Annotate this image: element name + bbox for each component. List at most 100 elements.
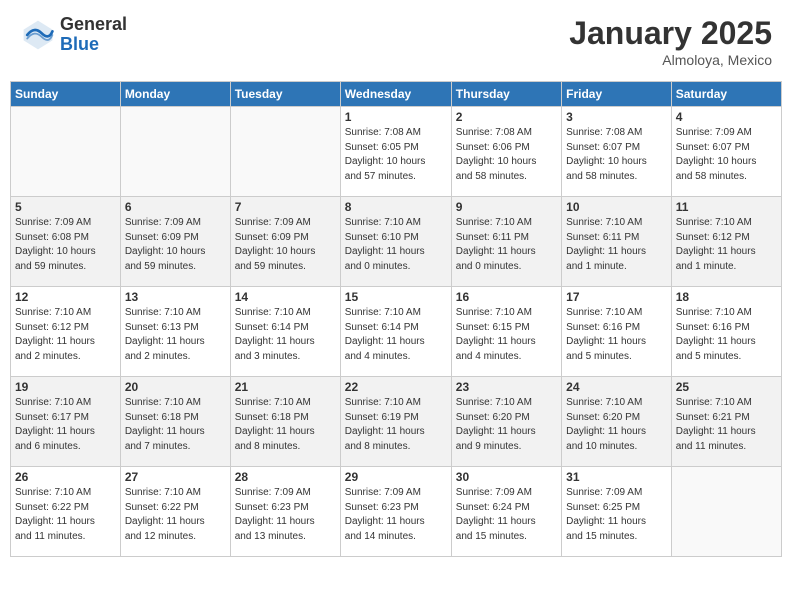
day-info: Sunrise: 7:10 AM Sunset: 6:17 PM Dayligh… — [15, 396, 116, 454]
day-number: 12 — [15, 290, 116, 304]
weekday-header-monday: Monday — [120, 82, 230, 107]
calendar-cell — [11, 107, 121, 197]
day-number: 25 — [676, 380, 777, 394]
day-info: Sunrise: 7:10 AM Sunset: 6:18 PM Dayligh… — [235, 396, 336, 454]
calendar-cell: 29 Sunrise: 7:09 AM Sunset: 6:23 PM Dayli… — [340, 467, 451, 557]
calendar-cell: 9 Sunrise: 7:10 AM Sunset: 6:11 PM Daylig… — [451, 197, 561, 287]
day-info: Sunrise: 7:09 AM Sunset: 6:08 PM Dayligh… — [15, 216, 116, 274]
day-number: 3 — [566, 110, 667, 124]
day-number: 31 — [566, 470, 667, 484]
calendar-cell: 6 Sunrise: 7:09 AM Sunset: 6:09 PM Daylig… — [120, 197, 230, 287]
day-info: Sunrise: 7:10 AM Sunset: 6:20 PM Dayligh… — [456, 396, 557, 454]
day-info: Sunrise: 7:10 AM Sunset: 6:14 PM Dayligh… — [235, 306, 336, 364]
calendar-week-row: 12 Sunrise: 7:10 AM Sunset: 6:12 PM Dayli… — [11, 287, 782, 377]
day-number: 9 — [456, 200, 557, 214]
day-info: Sunrise: 7:10 AM Sunset: 6:14 PM Dayligh… — [345, 306, 447, 364]
day-number: 23 — [456, 380, 557, 394]
logo-blue: Blue — [60, 35, 127, 55]
calendar-cell: 22 Sunrise: 7:10 AM Sunset: 6:19 PM Dayli… — [340, 377, 451, 467]
day-number: 28 — [235, 470, 336, 484]
calendar-week-row: 26 Sunrise: 7:10 AM Sunset: 6:22 PM Dayli… — [11, 467, 782, 557]
logo-general: General — [60, 15, 127, 35]
calendar-cell: 3 Sunrise: 7:08 AM Sunset: 6:07 PM Daylig… — [562, 107, 672, 197]
logo-icon — [20, 17, 56, 53]
day-info: Sunrise: 7:09 AM Sunset: 6:24 PM Dayligh… — [456, 486, 557, 544]
calendar-cell: 14 Sunrise: 7:10 AM Sunset: 6:14 PM Dayli… — [230, 287, 340, 377]
day-number: 26 — [15, 470, 116, 484]
day-info: Sunrise: 7:08 AM Sunset: 6:06 PM Dayligh… — [456, 126, 557, 184]
day-number: 21 — [235, 380, 336, 394]
day-number: 10 — [566, 200, 667, 214]
day-info: Sunrise: 7:10 AM Sunset: 6:12 PM Dayligh… — [15, 306, 116, 364]
calendar-cell: 30 Sunrise: 7:09 AM Sunset: 6:24 PM Dayli… — [451, 467, 561, 557]
day-info: Sunrise: 7:10 AM Sunset: 6:13 PM Dayligh… — [125, 306, 226, 364]
calendar-cell — [120, 107, 230, 197]
logo: General Blue — [20, 15, 127, 55]
title-block: January 2025 Almoloya, Mexico — [569, 15, 772, 68]
day-info: Sunrise: 7:10 AM Sunset: 6:15 PM Dayligh… — [456, 306, 557, 364]
calendar-cell: 26Sunrise: 7:10 AM Sunset: 6:22 PM Dayli… — [11, 467, 121, 557]
day-number: 16 — [456, 290, 557, 304]
day-info: Sunrise: 7:08 AM Sunset: 6:07 PM Dayligh… — [566, 126, 667, 184]
day-info: Sunrise: 7:10 AM Sunset: 6:11 PM Dayligh… — [456, 216, 557, 274]
day-number: 6 — [125, 200, 226, 214]
calendar-cell: 18Sunrise: 7:10 AM Sunset: 6:16 PM Dayli… — [671, 287, 781, 377]
day-info: Sunrise: 7:10 AM Sunset: 6:11 PM Dayligh… — [566, 216, 667, 274]
day-info: Sunrise: 7:10 AM Sunset: 6:22 PM Dayligh… — [125, 486, 226, 544]
day-number: 30 — [456, 470, 557, 484]
day-number: 17 — [566, 290, 667, 304]
day-number: 5 — [15, 200, 116, 214]
weekday-header-wednesday: Wednesday — [340, 82, 451, 107]
day-info: Sunrise: 7:10 AM Sunset: 6:10 PM Dayligh… — [345, 216, 447, 274]
day-number: 14 — [235, 290, 336, 304]
day-info: Sunrise: 7:10 AM Sunset: 6:16 PM Dayligh… — [566, 306, 667, 364]
calendar-cell: 20 Sunrise: 7:10 AM Sunset: 6:18 PM Dayli… — [120, 377, 230, 467]
calendar-cell: 10 Sunrise: 7:10 AM Sunset: 6:11 PM Dayli… — [562, 197, 672, 287]
calendar-cell — [230, 107, 340, 197]
day-info: Sunrise: 7:10 AM Sunset: 6:19 PM Dayligh… — [345, 396, 447, 454]
weekday-header-thursday: Thursday — [451, 82, 561, 107]
calendar-cell: 27 Sunrise: 7:10 AM Sunset: 6:22 PM Dayli… — [120, 467, 230, 557]
day-info: Sunrise: 7:10 AM Sunset: 6:12 PM Dayligh… — [676, 216, 777, 274]
calendar-cell: 17 Sunrise: 7:10 AM Sunset: 6:16 PM Dayli… — [562, 287, 672, 377]
day-info: Sunrise: 7:09 AM Sunset: 6:23 PM Dayligh… — [345, 486, 447, 544]
day-number: 20 — [125, 380, 226, 394]
calendar-cell: 7Sunrise: 7:09 AM Sunset: 6:09 PM Daylig… — [230, 197, 340, 287]
calendar-week-row: 5 Sunrise: 7:09 AM Sunset: 6:08 PM Daylig… — [11, 197, 782, 287]
day-number: 11 — [676, 200, 777, 214]
weekday-header-tuesday: Tuesday — [230, 82, 340, 107]
calendar-cell: 4Sunrise: 7:09 AM Sunset: 6:07 PM Daylig… — [671, 107, 781, 197]
day-number: 2 — [456, 110, 557, 124]
day-number: 27 — [125, 470, 226, 484]
day-number: 29 — [345, 470, 447, 484]
day-number: 19 — [15, 380, 116, 394]
day-info: Sunrise: 7:09 AM Sunset: 6:07 PM Dayligh… — [676, 126, 777, 184]
calendar-cell: 24 Sunrise: 7:10 AM Sunset: 6:20 PM Dayli… — [562, 377, 672, 467]
calendar-cell: 31 Sunrise: 7:09 AM Sunset: 6:25 PM Dayli… — [562, 467, 672, 557]
day-number: 15 — [345, 290, 447, 304]
calendar-cell: 28Sunrise: 7:09 AM Sunset: 6:23 PM Dayli… — [230, 467, 340, 557]
day-info: Sunrise: 7:09 AM Sunset: 6:25 PM Dayligh… — [566, 486, 667, 544]
day-info: Sunrise: 7:08 AM Sunset: 6:05 PM Dayligh… — [345, 126, 447, 184]
day-info: Sunrise: 7:10 AM Sunset: 6:16 PM Dayligh… — [676, 306, 777, 364]
calendar-cell: 5 Sunrise: 7:09 AM Sunset: 6:08 PM Daylig… — [11, 197, 121, 287]
logo-text: General Blue — [60, 15, 127, 55]
calendar-header-row: SundayMondayTuesdayWednesdayThursdayFrid… — [11, 82, 782, 107]
calendar-cell: 19 Sunrise: 7:10 AM Sunset: 6:17 PM Dayli… — [11, 377, 121, 467]
day-info: Sunrise: 7:10 AM Sunset: 6:18 PM Dayligh… — [125, 396, 226, 454]
day-number: 7 — [235, 200, 336, 214]
day-info: Sunrise: 7:10 AM Sunset: 6:20 PM Dayligh… — [566, 396, 667, 454]
day-info: Sunrise: 7:09 AM Sunset: 6:09 PM Dayligh… — [125, 216, 226, 274]
weekday-header-saturday: Saturday — [671, 82, 781, 107]
calendar-week-row: 1Sunrise: 7:08 AM Sunset: 6:05 PM Daylig… — [11, 107, 782, 197]
calendar-cell: 15 Sunrise: 7:10 AM Sunset: 6:14 PM Dayli… — [340, 287, 451, 377]
calendar-cell — [671, 467, 781, 557]
day-number: 24 — [566, 380, 667, 394]
day-number: 8 — [345, 200, 447, 214]
calendar-cell: 21 Sunrise: 7:10 AM Sunset: 6:18 PM Dayli… — [230, 377, 340, 467]
day-number: 22 — [345, 380, 447, 394]
page-container: General Blue January 2025 Almoloya, Mexi… — [10, 10, 782, 557]
calendar-cell: 11 Sunrise: 7:10 AM Sunset: 6:12 PM Dayli… — [671, 197, 781, 287]
calendar-cell: 25Sunrise: 7:10 AM Sunset: 6:21 PM Dayli… — [671, 377, 781, 467]
calendar-cell: 16 Sunrise: 7:10 AM Sunset: 6:15 PM Dayli… — [451, 287, 561, 377]
